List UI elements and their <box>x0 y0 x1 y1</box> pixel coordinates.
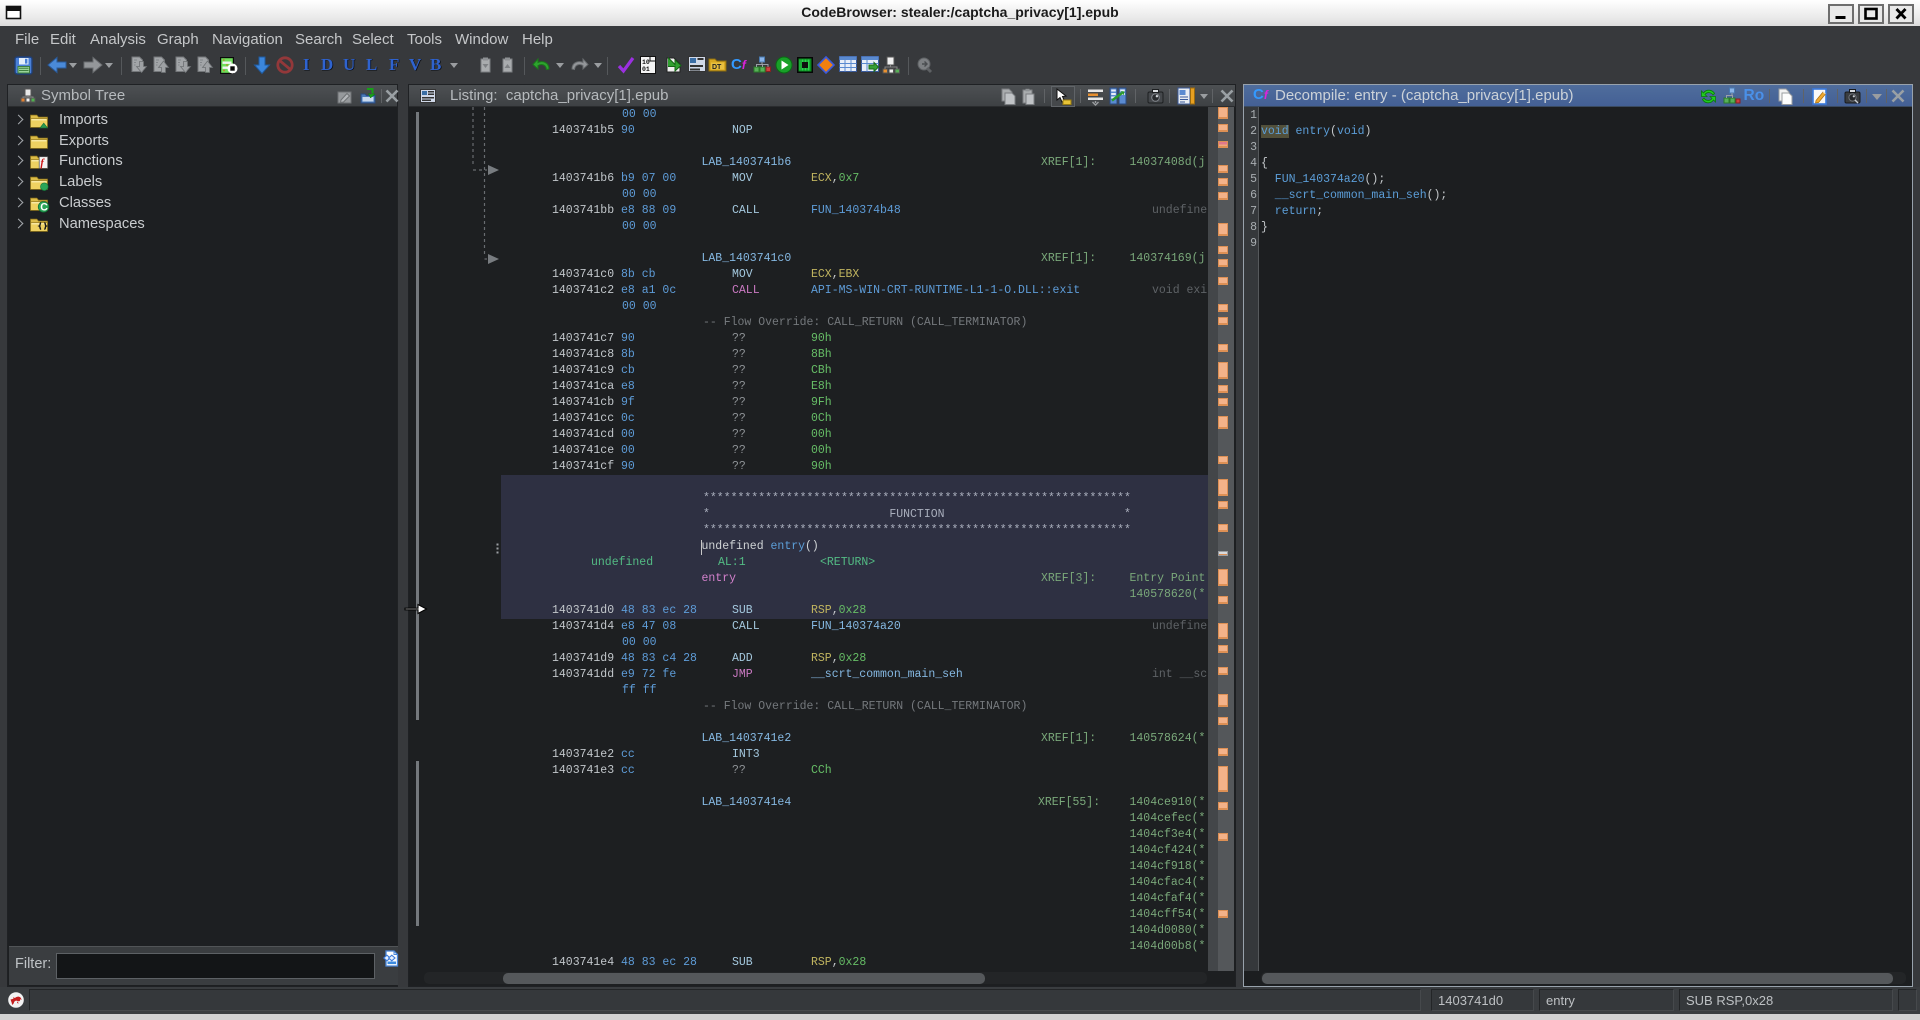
svg-text:10: 10 <box>642 59 650 66</box>
svg-text:01: 01 <box>642 66 650 73</box>
svg-text:DT: DT <box>712 64 722 71</box>
svg-text:C: C <box>40 201 48 213</box>
